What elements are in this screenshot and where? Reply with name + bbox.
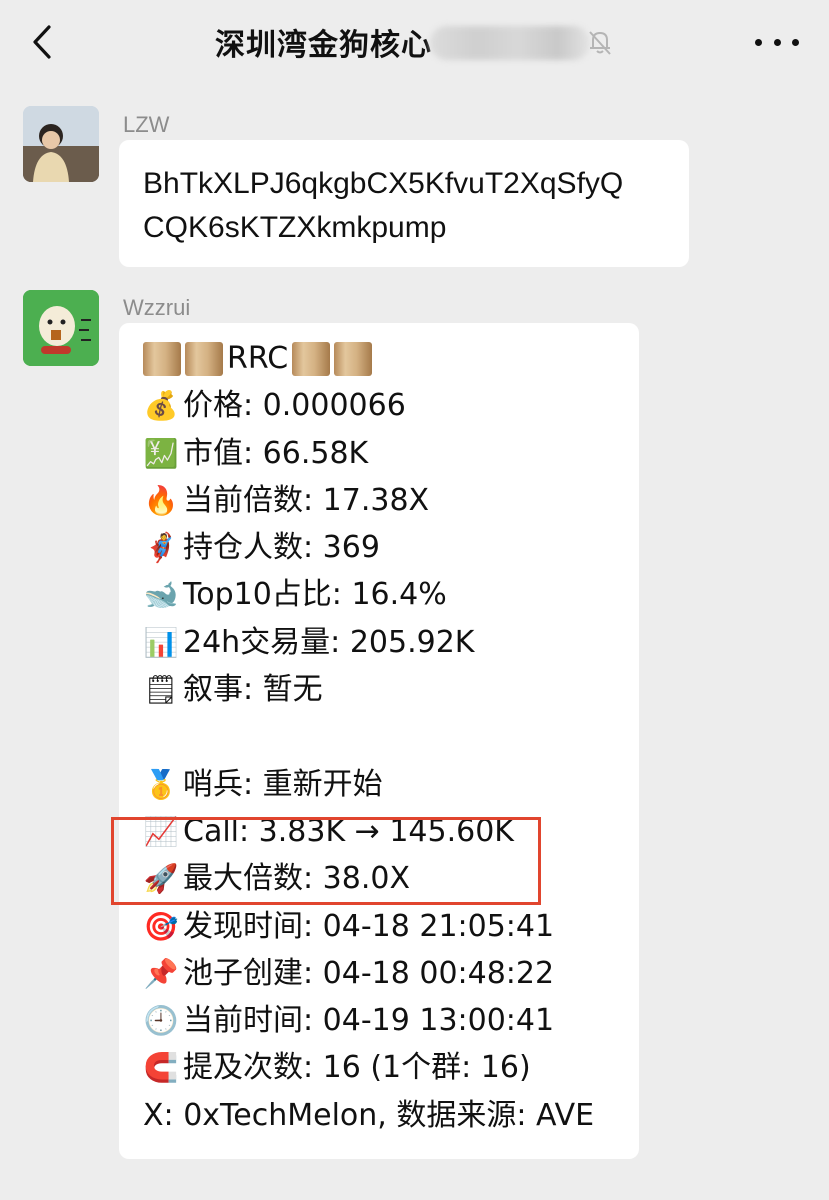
target-icon: 🎯 [143,909,179,943]
line-text: 市值: 66.58K [183,435,369,471]
line-text: 哨兵: 重新开始 [183,766,383,802]
line-text: 持仓人数: 369 [183,530,380,566]
message-line: 🧲 提及次数: 16 (1个群: 16) [143,1044,615,1091]
line-text: 发现时间: 04-18 21:05:41 [183,908,555,944]
message-line: 📊 24h交易量: 205.92K [143,619,615,666]
message-line: 🥇 哨兵: 重新开始 [143,761,615,808]
line-text: 提及次数: 16 (1个群: 16) [183,1050,531,1086]
whale-icon: 🐋 [143,578,179,612]
magnet-icon: 🧲 [143,1051,179,1085]
blurred-title-part [430,26,590,60]
line-text: 池子创建: 04-18 00:48:22 [183,955,555,991]
bell-off-icon [585,27,615,57]
line-text: 当前倍数: 17.38X [183,482,430,518]
line-text: Top10占比: 16.4% [183,577,447,613]
money-bag-icon: 💰 [143,389,179,423]
message-line: X: 0xTechMelon, 数据来源: AVE [143,1092,615,1139]
line-text: 24h交易量: 205.92K [183,624,475,660]
chevron-left-icon [33,25,51,59]
message-line: 📌 池子创建: 04-18 00:48:22 [143,950,615,997]
scroll-icon [143,341,181,376]
message-line: 💰 价格: 0.000066 [143,382,615,429]
scroll-icon [292,341,331,376]
pushpin-icon: 📌 [143,956,179,990]
notepad-icon: 🗒 [143,673,179,707]
line-text: 叙事: 暂无 [183,672,323,708]
more-button[interactable] [755,30,799,54]
message-line: 🎯 发现时间: 04-18 21:05:41 [143,903,615,950]
message-line: 🕘 当前时间: 04-19 13:00:41 [143,997,615,1044]
yen-chart-icon: 💹 [143,436,179,470]
more-dot [773,38,781,46]
line-text: 价格: 0.000066 [183,388,406,424]
message-line: 🐋 Top10占比: 16.4% [143,571,615,618]
fire-icon: 🔥 [143,483,179,517]
clock-icon: 🕘 [143,1004,179,1038]
sender-name: LZW [123,112,170,137]
chat-title: 深圳湾金狗核心 [215,28,432,63]
more-dot [755,38,762,46]
line-text: 当前时间: 04-19 13:00:41 [183,1003,555,1039]
sender-name: Wzzrui [123,295,191,320]
scroll-icon [185,341,223,376]
superhero-icon: 🦸 [143,531,179,565]
message-line: 🗒 叙事: 暂无 [143,666,615,713]
message-line: 🔥 当前倍数: 17.38X [143,477,615,524]
more-dot [792,38,799,46]
line-text: RRC [227,341,289,376]
message-line: 💹 市值: 66.58K [143,430,615,477]
avatar-lzw[interactable] [23,106,99,182]
bar-chart-icon: 📊 [143,625,179,659]
back-button[interactable] [22,22,62,62]
scroll-icon [334,341,373,376]
message-text: BhTkXLPJ6qkgbCX5KfvuT2XqSfyQ CQK6sKTZXkm… [143,167,624,244]
message-bubble[interactable]: RRC 💰 价格: 0.000066 💹 市值: 66.58K 🔥 当前倍数: 17.… [119,323,639,1159]
message-line: 🦸 持仓人数: 369 [143,524,615,571]
avatar-wzzrui[interactable] [23,290,99,366]
message-bubble[interactable]: BhTkXLPJ6qkgbCX5KfvuT2XqSfyQ CQK6sKTZXkm… [119,140,689,267]
chat-header: 深圳湾金狗核心 [0,0,829,84]
line-text: X: 0xTechMelon, 数据来源: AVE [143,1097,595,1133]
message-line: RRC [143,335,615,382]
highlight-box [111,817,541,905]
medal-icon: 🥇 [143,767,179,801]
